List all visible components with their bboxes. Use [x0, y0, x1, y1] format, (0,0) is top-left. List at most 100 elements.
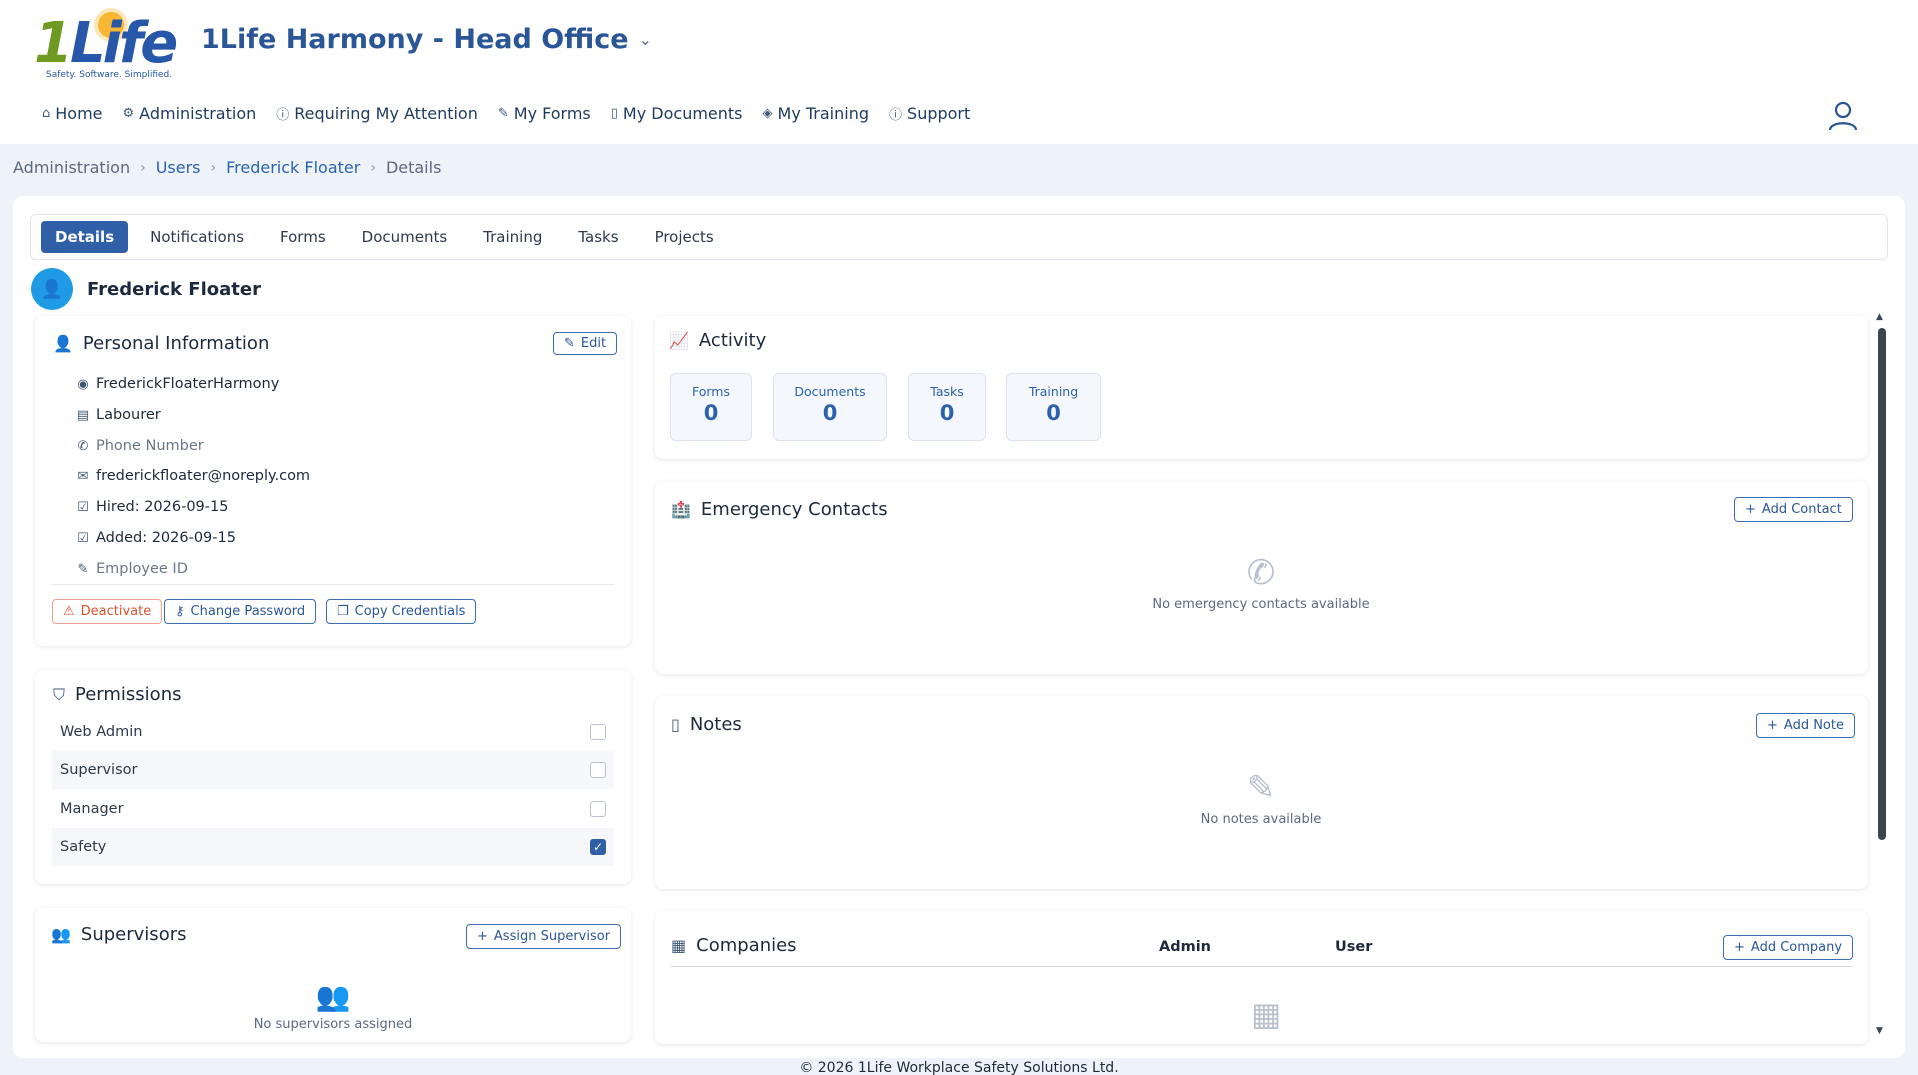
- nav-administration[interactable]: ⚙ Administration: [123, 104, 257, 123]
- gear-icon: ⚙: [122, 106, 135, 121]
- employee-id-row: ✎ Employee ID: [75, 561, 188, 577]
- mail-icon: ✉: [77, 468, 89, 484]
- tab-details[interactable]: Details: [41, 221, 129, 253]
- tab-training[interactable]: Training: [469, 221, 556, 253]
- permission-row-supervisor: Supervisor: [52, 751, 614, 789]
- plus-icon: +: [1767, 718, 1778, 733]
- user-icon: 👤: [40, 278, 64, 300]
- stat-documents[interactable]: Documents 0: [773, 373, 887, 441]
- main-nav: ⌂ Home ⚙ Administration ⓘ Requiring My Atte…: [42, 104, 970, 123]
- stat-forms[interactable]: Forms 0: [670, 373, 752, 441]
- user-minus-icon: ⚠: [63, 604, 75, 619]
- edit-icon: ✎: [77, 561, 89, 577]
- person-icon: 👤: [53, 334, 73, 353]
- tab-forms[interactable]: Forms: [266, 221, 340, 253]
- calendar-check-icon: ☑: [77, 530, 89, 546]
- notes-title: Notes: [689, 714, 742, 735]
- footer-copyright: © 2026 1Life Workplace Safety Solutions …: [799, 1060, 1119, 1075]
- scrollbar-thumb[interactable]: [1878, 328, 1886, 840]
- building-icon: ▦: [1251, 995, 1282, 1033]
- tab-bar: Details Notifications Forms Documents Tr…: [30, 214, 1888, 260]
- chevron-right-icon: ›: [210, 159, 217, 176]
- tab-projects[interactable]: Projects: [641, 221, 728, 253]
- personal-info-panel: 👤 Personal Information ✎ Edit ◉ FrederickF…: [35, 316, 631, 646]
- key-icon: ⚷: [175, 604, 185, 619]
- companies-title: Companies: [696, 935, 797, 956]
- users-icon: 👥: [315, 980, 351, 1013]
- calendar-check-icon: ☑: [77, 499, 89, 515]
- logo-tagline: Safety. Software. Simplified.: [46, 70, 173, 80]
- emergency-empty-state: ✆ No emergency contacts available: [1061, 553, 1461, 612]
- phone-icon: ✆: [77, 438, 89, 454]
- user-circle-icon: ◉: [77, 376, 89, 392]
- tab-documents[interactable]: Documents: [348, 221, 462, 253]
- plus-icon: +: [477, 929, 488, 944]
- scroll-down-arrow-icon[interactable]: ▼: [1876, 1026, 1883, 1036]
- breadcrumb-user[interactable]: Frederick Floater: [226, 158, 360, 177]
- graduation-icon: ◈: [762, 106, 773, 121]
- edit-button[interactable]: ✎ Edit: [553, 332, 618, 355]
- permissions-panel: ⛉ Permissions Web Admin Supervisor Manag…: [35, 670, 631, 884]
- role-row: ▤ Labourer: [76, 407, 161, 423]
- supervisors-panel: 👥 Supervisors + Assign Supervisor 👥 No su…: [35, 908, 631, 1042]
- column-admin: Admin: [1159, 939, 1212, 955]
- email-row: ✉ frederickfloater@noreply.com: [75, 468, 311, 484]
- scroll-up-arrow-icon[interactable]: ▲: [1876, 312, 1883, 322]
- nav-my-forms[interactable]: ✎ My Forms: [498, 104, 591, 123]
- permissions-title: Permissions: [75, 684, 182, 705]
- companies-empty-state: ▦: [1251, 995, 1281, 1037]
- supervisors-title: Supervisors: [80, 924, 187, 945]
- nav-my-documents[interactable]: ▯ My Documents: [611, 104, 743, 123]
- nav-home[interactable]: ⌂ Home: [42, 104, 103, 123]
- emergency-contacts-panel: 🏥 Emergency Contacts + Add Contact ✆ No e…: [655, 481, 1868, 674]
- building-icon: ▦: [671, 936, 687, 955]
- permission-row-safety: Safety ✓: [52, 828, 614, 866]
- user-profile-icon[interactable]: [1826, 100, 1860, 132]
- divider: [670, 966, 1853, 967]
- breadcrumb-current: Details: [385, 158, 442, 177]
- hospital-icon: 🏥: [671, 500, 691, 519]
- organization-selector[interactable]: 1Life Harmony - Head Office ⌄: [201, 24, 652, 55]
- pencil-icon: ✎: [564, 336, 575, 351]
- add-contact-button[interactable]: + Add Contact: [1734, 497, 1853, 522]
- stat-training[interactable]: Training 0: [1006, 373, 1101, 441]
- tab-notifications[interactable]: Notifications: [136, 221, 258, 253]
- stat-tasks[interactable]: Tasks 0: [908, 373, 986, 441]
- nav-requiring-attention[interactable]: ⓘ Requiring My Attention: [276, 104, 478, 123]
- permission-row-web-admin: Web Admin: [52, 713, 614, 751]
- breadcrumb-users[interactable]: Users: [156, 158, 201, 177]
- add-note-button[interactable]: + Add Note: [1756, 713, 1855, 738]
- user-header: 👤 Frederick Floater: [31, 268, 261, 310]
- breadcrumb-administration[interactable]: Administration: [13, 158, 130, 177]
- activity-title: Activity: [698, 330, 767, 351]
- username-row: ◉ FrederickFloaterHarmony: [75, 376, 279, 392]
- deactivate-button[interactable]: ⚠ Deactivate: [52, 599, 163, 624]
- scrollbar[interactable]: ▲ ▼: [1876, 312, 1886, 1036]
- company-logo[interactable]: 1Life Safety. Software. Simplified.: [34, 6, 178, 84]
- add-company-button[interactable]: + Add Company: [1723, 935, 1854, 960]
- tab-tasks[interactable]: Tasks: [564, 221, 632, 253]
- plus-icon: +: [1745, 502, 1756, 517]
- home-icon: ⌂: [42, 106, 51, 121]
- safety-checkbox[interactable]: ✓: [590, 839, 606, 855]
- avatar: 👤: [31, 268, 73, 310]
- nav-my-training[interactable]: ◈ My Training: [763, 104, 870, 123]
- page-title: Frederick Floater: [87, 278, 261, 300]
- manager-checkbox[interactable]: [590, 801, 606, 817]
- chevron-right-icon: ›: [370, 159, 376, 176]
- phone-icon: ✆: [1246, 553, 1276, 593]
- assign-supervisor-button[interactable]: + Assign Supervisor: [466, 924, 622, 949]
- supervisor-checkbox[interactable]: [590, 762, 606, 778]
- organization-name: 1Life Harmony - Head Office: [201, 24, 629, 55]
- personal-info-title: Personal Information: [82, 333, 270, 354]
- column-user: User: [1335, 939, 1373, 955]
- web-admin-checkbox[interactable]: [590, 724, 606, 740]
- users-icon: 👥: [51, 925, 71, 944]
- copy-credentials-button[interactable]: ❐ Copy Credentials: [326, 599, 477, 624]
- nav-support[interactable]: ⓘ Support: [889, 104, 970, 123]
- edit-icon: ✎: [497, 106, 509, 121]
- document-icon: ▯: [671, 715, 680, 734]
- info-icon: ⓘ: [889, 108, 903, 123]
- change-password-button[interactable]: ⚷ Change Password: [164, 599, 317, 624]
- notes-empty-state: ✎ No notes available: [1061, 768, 1461, 827]
